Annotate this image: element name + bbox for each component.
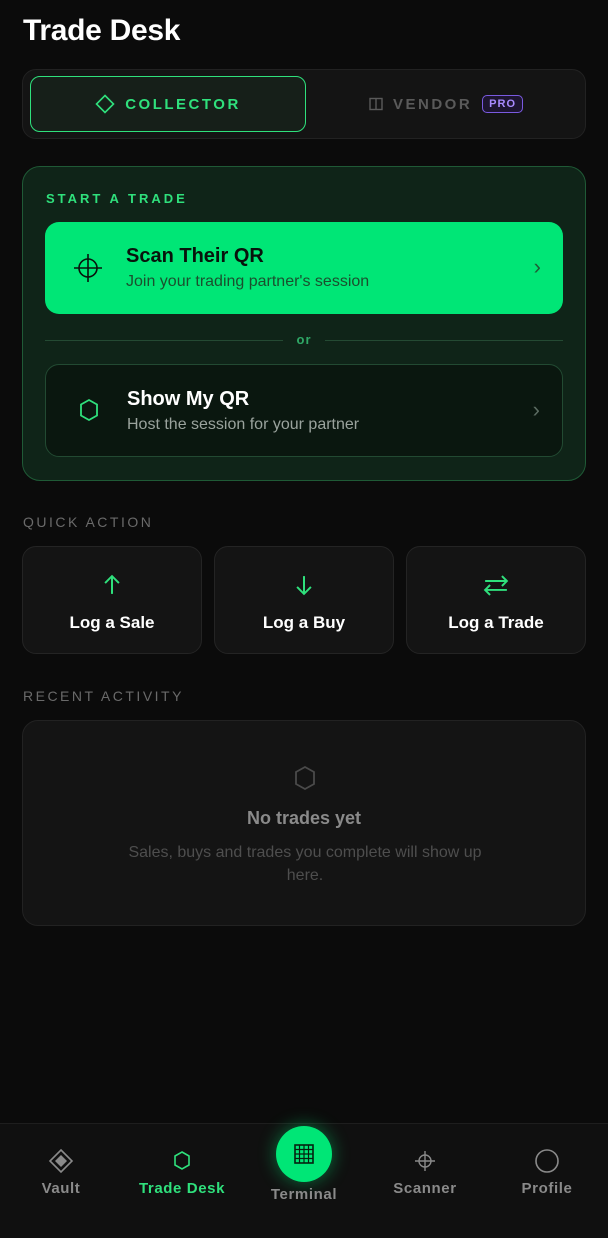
quick-action-label: QUICK ACTION — [23, 514, 154, 530]
hexagon-icon — [174, 1151, 190, 1170]
collector-label: COLLECTOR — [125, 95, 241, 113]
show-title: Show My QR — [127, 388, 250, 410]
collector-tab[interactable]: COLLECTOR — [30, 76, 306, 132]
arrow-up-icon — [104, 574, 120, 594]
or-divider: or — [45, 330, 563, 350]
crosshair-icon — [415, 1151, 435, 1171]
nav-label-trade-desk: Trade Desk — [138, 1180, 226, 1197]
diamond-icon — [95, 94, 115, 114]
log-trade-button[interactable]: Log a Trade — [406, 546, 586, 654]
page-title: Trade Desk — [23, 14, 181, 47]
chevron-right-icon: › — [532, 397, 540, 422]
nav-item-terminal[interactable] — [276, 1126, 332, 1182]
arrow-down-icon — [296, 576, 312, 596]
nav-label-profile: Profile — [521, 1180, 573, 1197]
bottom-nav: Vault Trade Desk Terminal Scanner Profil… — [0, 1123, 608, 1238]
divider-line — [325, 340, 563, 341]
vendor-label: VENDOR — [392, 95, 473, 113]
log-sale-button[interactable]: Log a Sale — [22, 546, 202, 654]
nav-item-vault[interactable]: Vault — [0, 1124, 122, 1238]
diamond-icon — [48, 1148, 74, 1174]
circle-icon — [535, 1149, 559, 1173]
nav-label-vault: Vault — [41, 1180, 81, 1197]
recent-activity-label: RECENT ACTIVITY — [23, 688, 184, 704]
nav-item-profile[interactable]: Profile — [486, 1124, 608, 1238]
scan-subtitle: Join your trading partner's session — [126, 273, 370, 290]
show-my-qr-button[interactable]: Show My QR Host the session for your par… — [45, 364, 563, 457]
empty-body: Sales, buys and trades you complete will… — [128, 844, 482, 884]
pro-badge: PRO — [482, 95, 524, 113]
log-buy-button[interactable]: Log a Buy — [214, 546, 394, 654]
show-subtitle: Host the session for your partner — [127, 416, 360, 433]
nav-label-terminal: Terminal — [270, 1186, 338, 1203]
crosshair-icon — [74, 254, 102, 282]
hexagon-icon — [295, 765, 315, 791]
log-sale-label: Log a Sale — [69, 613, 155, 632]
scan-title: Scan Their QR — [126, 245, 264, 267]
chevron-right-icon: › — [533, 254, 541, 279]
mode-switch: COLLECTOR VENDOR PRO — [22, 69, 586, 139]
log-buy-label: Log a Buy — [262, 613, 346, 632]
hexagon-icon — [80, 398, 98, 422]
swap-arrows-icon — [483, 575, 509, 596]
nav-item-trade-desk[interactable]: Trade Desk — [121, 1124, 243, 1238]
storefront-icon — [369, 97, 383, 111]
start-trade-card: START A TRADE Scan Their QR Join your tr… — [22, 166, 586, 481]
scan-their-qr-button[interactable]: Scan Their QR Join your trading partner'… — [45, 222, 563, 314]
nav-item-scanner[interactable]: Scanner — [364, 1124, 486, 1238]
recent-activity-empty-state: No trades yet Sales, buys and trades you… — [22, 720, 586, 926]
nav-label-scanner: Scanner — [393, 1180, 457, 1197]
log-trade-label: Log a Trade — [448, 613, 544, 632]
start-trade-label: START A TRADE — [46, 191, 188, 206]
empty-title: No trades yet — [246, 808, 362, 828]
grid-icon — [294, 1144, 314, 1164]
vendor-tab[interactable]: VENDOR PRO — [313, 76, 579, 132]
